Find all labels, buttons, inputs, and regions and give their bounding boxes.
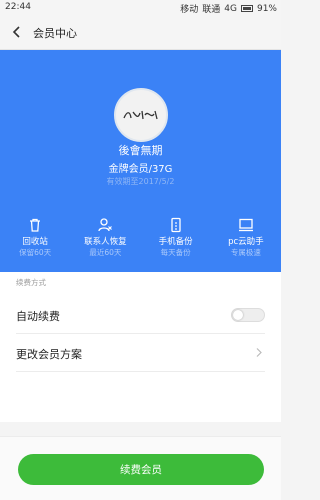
chevron-left-icon[interactable] [10,24,24,40]
feature-label: 回收站 [22,237,48,247]
toggle-knob [233,310,243,320]
contacts-icon [98,218,113,232]
section-title: 续费方式 [16,278,46,287]
battery-level: 91% [256,3,277,14]
carrier-2: 联通 [202,5,221,15]
pc-icon [238,218,253,232]
auto-renew-row: 自动续费 [16,296,265,334]
auto-renew-label: 自动续费 [16,310,60,323]
trash-icon [30,218,41,232]
status-indicators: 移动 联通 4G 91% [180,2,277,16]
feature-pc-assistant[interactable]: pc云助手 专属极速 [211,215,281,267]
renewal-panel: 续费方式 自动续费 更改会员方案 [0,272,281,422]
avatar[interactable] [114,88,168,142]
feature-contacts-restore[interactable]: 联系人恢复 最近60天 [70,215,140,267]
feature-sub: 专属极速 [230,248,261,257]
feature-sub: 最近60天 [89,248,122,257]
nav-bar: 会员中心 [0,15,281,50]
change-plan-label: 更改会员方案 [16,348,82,361]
feature-label: pc云助手 [228,237,264,247]
battery-icon [240,5,253,12]
carrier-1: 移动 [180,5,199,15]
member-expire: 有效期至2017/5/2 [106,177,175,186]
member-level: 金牌会员/37G [108,164,173,175]
feature-list: 回收站 保留60天 联系人恢复 最近60天 手机备份 每天备份 pc云助手 专属… [0,215,281,267]
renew-membership-button[interactable]: 续费会员 [18,454,264,485]
feature-phone-backup[interactable]: 手机备份 每天备份 [141,215,211,267]
feature-sub: 每天备份 [160,248,191,257]
feature-label: 手机备份 [158,237,193,247]
auto-renew-toggle[interactable] [231,308,265,322]
feature-recycle-bin[interactable]: 回收站 保留60天 [0,215,70,267]
network-type: 4G [224,3,237,14]
phone-backup-icon [170,217,181,233]
member-name: 後會無期 [118,144,163,157]
chevron-right-icon [256,348,262,357]
status-time: 22:44 [5,2,31,12]
avatar-calligraphy [123,110,158,120]
status-bar: 22:44 移动 联通 4G 91% [0,0,281,15]
page-title: 会员中心 [33,27,77,40]
change-plan-row[interactable]: 更改会员方案 [16,334,265,372]
footer-bar: 续费会员 [0,436,281,500]
feature-sub: 保留60天 [19,248,52,257]
feature-label: 联系人恢复 [84,237,127,247]
